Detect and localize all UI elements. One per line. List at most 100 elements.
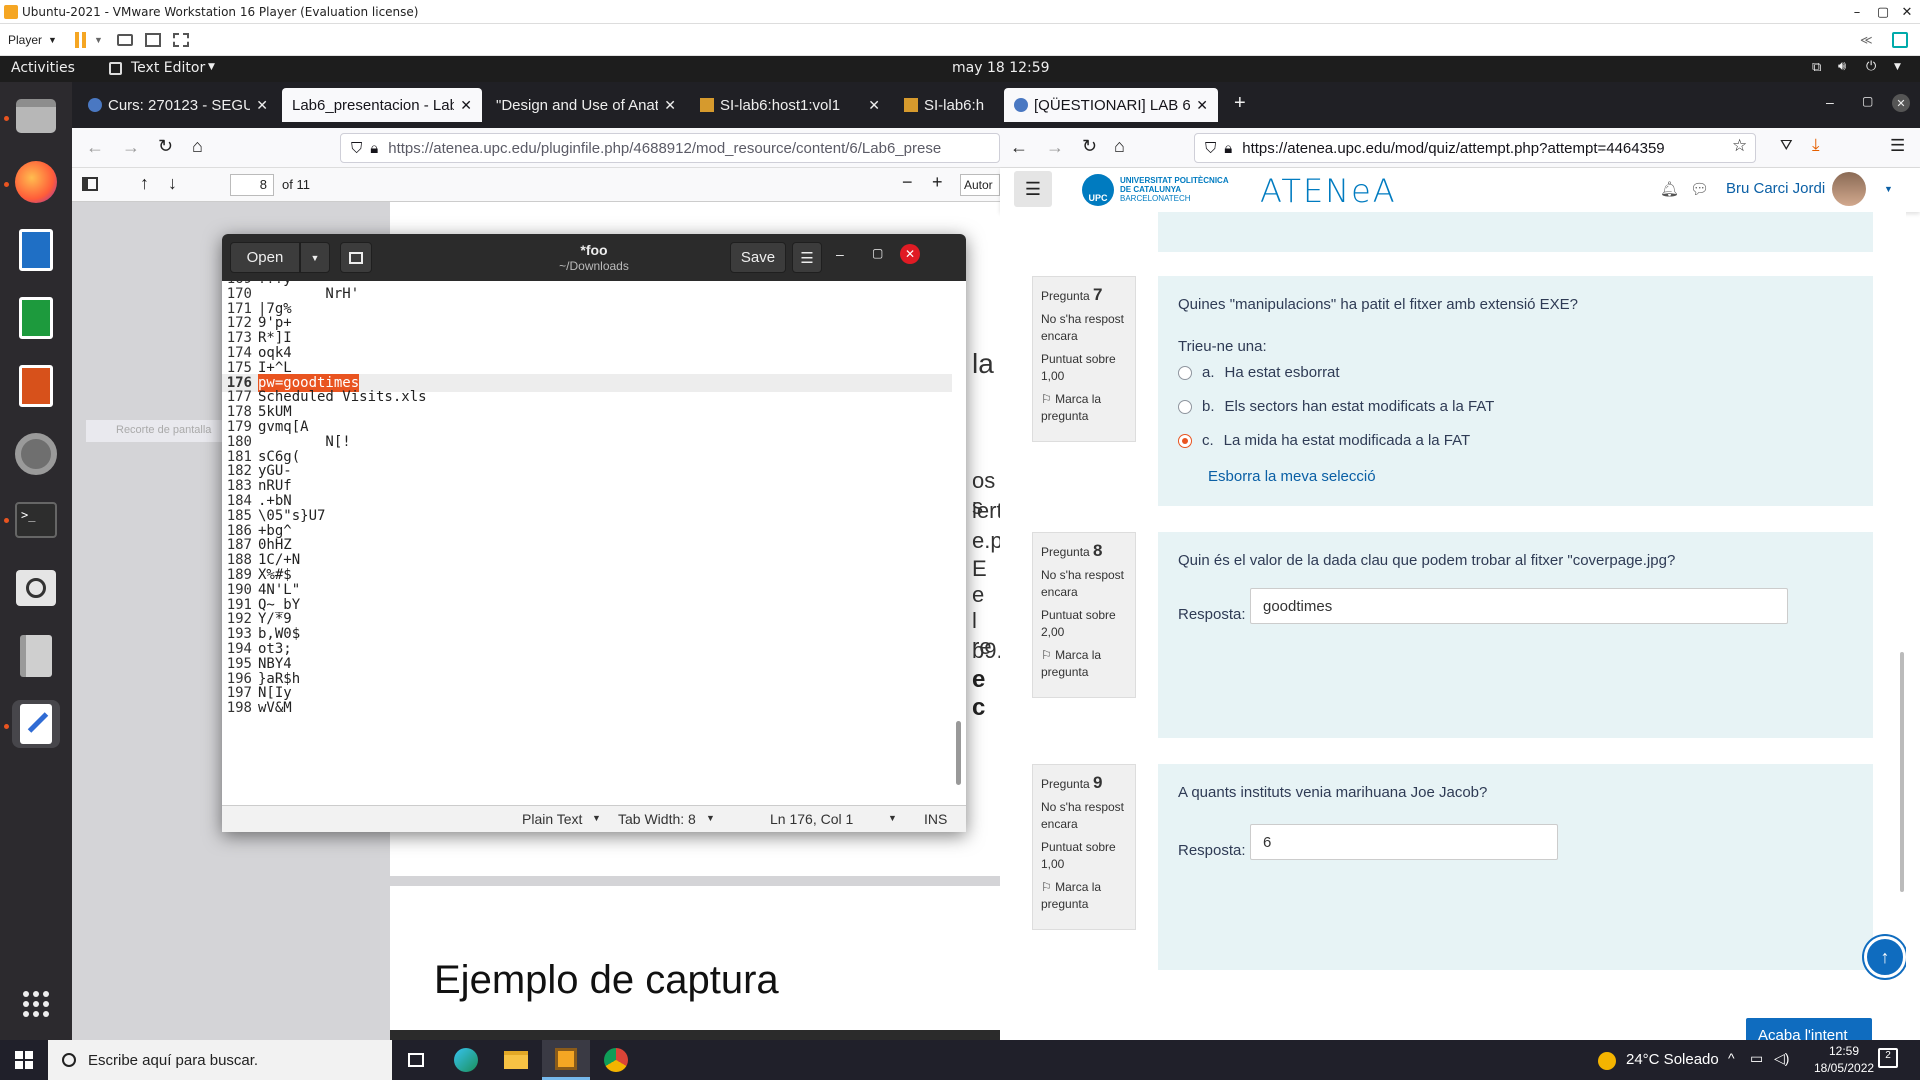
- firefox-icon[interactable]: [12, 158, 60, 206]
- pause-icon[interactable]: [74, 31, 86, 48]
- answer-input[interactable]: goodtimes: [1250, 588, 1788, 624]
- page-number-input[interactable]: 8: [230, 174, 274, 196]
- chevron-down-icon[interactable]: ▼: [1894, 62, 1901, 72]
- chevron-down-icon[interactable]: ▼: [1884, 184, 1893, 194]
- zoom-in-icon[interactable]: +: [932, 172, 943, 193]
- close-tab-icon[interactable]: ✕: [658, 97, 676, 114]
- maximize-icon[interactable]: ▢: [1872, 0, 1894, 24]
- chrome-icon[interactable]: [592, 1040, 640, 1080]
- next-page-icon[interactable]: ↓: [168, 173, 177, 194]
- app-grid-icon[interactable]: [12, 980, 60, 1028]
- tab-width-dropdown[interactable]: Tab Width: 8: [618, 811, 696, 827]
- flag-question[interactable]: ⚐ Marca la pregunta: [1041, 391, 1127, 425]
- network-icon[interactable]: ⧉: [1812, 60, 1821, 75]
- flag-question[interactable]: ⚐ Marca la pregunta: [1041, 647, 1127, 681]
- task-view-icon[interactable]: [392, 1040, 440, 1080]
- shield-icon[interactable]: ⛉: [351, 140, 362, 157]
- weather-text[interactable]: 24°C Soleado: [1626, 1051, 1719, 1068]
- edge-icon[interactable]: [442, 1040, 490, 1080]
- close-tab-icon[interactable]: ✕: [454, 97, 472, 114]
- terminal-icon[interactable]: >_: [12, 496, 60, 544]
- right-url-bar[interactable]: ⛉ 🔒︎ https://atenea.upc.edu/mod/quiz/att…: [1194, 133, 1756, 163]
- hamburger-menu-icon[interactable]: ☰: [792, 242, 822, 273]
- atenea-logo[interactable]: ATENeA: [1260, 172, 1397, 210]
- minimize-icon[interactable]: –: [1826, 94, 1834, 110]
- text-editor-icon[interactable]: [12, 700, 60, 748]
- close-icon[interactable]: ✕: [900, 244, 920, 264]
- page-scrollbar[interactable]: [1900, 652, 1904, 892]
- reload-icon[interactable]: ↻: [1082, 136, 1097, 157]
- clock[interactable]: may 18 12:59: [952, 60, 1050, 76]
- zoom-select[interactable]: Autor: [960, 174, 1000, 196]
- taskbar-date[interactable]: 18/05/2022: [1814, 1061, 1874, 1075]
- collapse-icon[interactable]: ≪: [1860, 33, 1873, 47]
- sidebar-toggle-icon[interactable]: [82, 177, 98, 191]
- activities-button[interactable]: Activities: [11, 60, 75, 76]
- lock-icon[interactable]: 🔒︎: [370, 140, 378, 157]
- chevron-down-icon[interactable]: ▼: [888, 813, 897, 823]
- radio-b[interactable]: [1178, 399, 1192, 414]
- files-icon[interactable]: [12, 92, 60, 140]
- nav-drawer-button[interactable]: ☰: [1014, 171, 1052, 207]
- accessibility-button[interactable]: ↑: [1864, 936, 1906, 978]
- search-icon[interactable]: [12, 564, 60, 612]
- close-icon[interactable]: ✕: [1892, 94, 1910, 112]
- close-tab-icon[interactable]: ✕: [1190, 97, 1208, 114]
- home-icon[interactable]: ⌂: [192, 136, 203, 157]
- insert-mode[interactable]: INS: [924, 811, 947, 827]
- answer-input[interactable]: 6: [1250, 824, 1558, 860]
- previous-page-icon[interactable]: ↑: [140, 173, 149, 194]
- calc-icon[interactable]: [12, 294, 60, 342]
- lock-icon[interactable]: 🔒︎: [1224, 140, 1232, 157]
- archive-icon[interactable]: [12, 632, 60, 680]
- unity-icon[interactable]: [172, 32, 189, 47]
- fullscreen-icon[interactable]: [144, 32, 161, 47]
- settings-icon[interactable]: [12, 430, 60, 478]
- download-icon[interactable]: ⤓: [1812, 135, 1820, 155]
- option-c[interactable]: c. La mida ha estat modificada a la FAT: [1178, 432, 1470, 449]
- player-menu[interactable]: Player: [8, 33, 42, 47]
- network-icon[interactable]: ▭: [1750, 1050, 1763, 1067]
- flag-question[interactable]: ⚐ Marca la pregunta: [1041, 879, 1127, 913]
- pocket-icon[interactable]: ⛛: [1780, 137, 1793, 154]
- chevron-down-icon[interactable]: ▼: [208, 62, 215, 72]
- tab-si-lab6-vol1[interactable]: SI-lab6:host1:vol1 ✕: [690, 88, 890, 122]
- hamburger-menu-icon[interactable]: ☰: [1890, 136, 1905, 156]
- avatar[interactable]: [1832, 172, 1866, 206]
- chevron-down-icon[interactable]: ▼: [592, 813, 601, 823]
- cursor-position[interactable]: Ln 176, Col 1: [770, 811, 853, 827]
- user-name[interactable]: Bru Carci Jordi: [1726, 180, 1825, 197]
- upc-logo[interactable]: UPC: [1082, 174, 1114, 206]
- taskbar-search-box[interactable]: Escribe aquí para buscar.: [48, 1040, 392, 1080]
- finish-attempt-button[interactable]: Acaba l'intent: [1746, 1018, 1872, 1040]
- vmware-player-icon[interactable]: [542, 1040, 590, 1080]
- library-icon[interactable]: [1892, 31, 1908, 48]
- chevron-down-icon[interactable]: ▼: [94, 35, 103, 45]
- close-tab-icon[interactable]: ✕: [250, 97, 268, 114]
- impress-icon[interactable]: [12, 362, 60, 410]
- notifications-icon[interactable]: 2: [1878, 1048, 1898, 1068]
- maximize-icon[interactable]: ▢: [1862, 94, 1873, 108]
- home-icon[interactable]: ⌂: [1114, 136, 1125, 157]
- windows-start-icon[interactable]: [0, 1040, 48, 1080]
- chevron-up-icon[interactable]: ^: [1728, 1050, 1735, 1066]
- editor-text-area[interactable]: 169???y170 NrH'171|7g%1729'p+173R*]I174o…: [222, 281, 966, 805]
- tab-lab6-presentacion[interactable]: Lab6_presentacion - Lab6 ✕: [282, 88, 482, 122]
- minimize-icon[interactable]: –: [1846, 0, 1868, 24]
- taskbar-time[interactable]: 12:59: [1814, 1044, 1874, 1058]
- tab-curs[interactable]: Curs: 270123 - SEGURE ✕: [78, 88, 278, 122]
- chevron-down-icon[interactable]: ▼: [48, 35, 57, 45]
- forward-icon[interactable]: →: [122, 137, 140, 158]
- volume-icon[interactable]: 🔊︎: [1838, 59, 1846, 74]
- shield-icon[interactable]: ⛉: [1205, 140, 1216, 157]
- weather-icon[interactable]: [1598, 1052, 1616, 1070]
- bell-icon[interactable]: 🔔︎: [1660, 180, 1679, 198]
- tab-design-and-use[interactable]: "Design and Use of Anato ✕: [486, 88, 686, 122]
- radio-c[interactable]: [1178, 433, 1192, 448]
- clear-selection-link[interactable]: Esborra la meva selecció: [1208, 468, 1376, 485]
- new-tab-icon[interactable]: +: [1234, 92, 1246, 115]
- bookmark-star-icon[interactable]: ☆: [1732, 136, 1747, 156]
- volume-icon[interactable]: ◁): [1774, 1050, 1789, 1067]
- close-icon[interactable]: ✕: [1896, 0, 1918, 24]
- tab-questionari[interactable]: [QÜESTIONARI] LAB 6 - A ✕: [1004, 88, 1218, 122]
